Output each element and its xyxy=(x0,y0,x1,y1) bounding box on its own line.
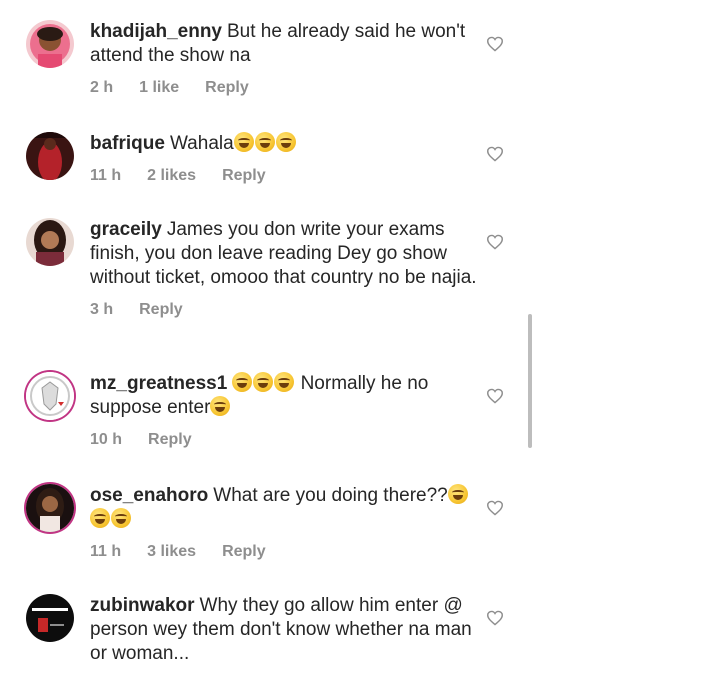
comment-body: graceily James you don write your exams f… xyxy=(90,218,490,322)
laughing-emoji-icon xyxy=(275,132,296,152)
reply-button[interactable]: Reply xyxy=(222,167,266,184)
comment-text: What are you doing there?? xyxy=(213,485,448,506)
avatar-image xyxy=(26,484,74,532)
comment-body: zubinwakor Why they go allow him enter @ … xyxy=(90,594,490,666)
reply-button[interactable]: Reply xyxy=(222,543,266,560)
heart-outline-icon[interactable] xyxy=(486,36,504,52)
comment-time: 10 h xyxy=(90,431,123,448)
comment-time: 11 h xyxy=(90,543,122,560)
comment-likes[interactable]: 1 like xyxy=(139,79,179,96)
comment-username[interactable]: khadijah_enny xyxy=(90,21,222,42)
laughing-emoji-icon xyxy=(447,484,468,504)
comment-time: 2 h xyxy=(90,79,114,96)
reply-button[interactable]: Reply xyxy=(148,431,192,448)
laughing-emoji-icon xyxy=(274,372,295,392)
avatar-image xyxy=(26,132,74,180)
avatar-image xyxy=(26,218,74,266)
avatar[interactable] xyxy=(26,20,74,68)
avatar[interactable] xyxy=(26,218,74,266)
comment-meta: 10 h Reply xyxy=(90,428,490,452)
avatar-image xyxy=(26,594,74,642)
heart-outline-icon[interactable] xyxy=(486,610,504,626)
comment-meta: 11 h 3 likes Reply xyxy=(90,540,490,564)
laughing-emoji-icon xyxy=(90,508,110,528)
comment-body: khadijah_enny But he already said he won'… xyxy=(90,20,490,100)
comment-time: 11 h xyxy=(90,167,122,184)
comment-meta: 3 h Reply xyxy=(90,298,490,322)
comment-username[interactable]: mz_greatness1 xyxy=(90,373,227,394)
heart-outline-icon[interactable] xyxy=(486,500,504,516)
avatar[interactable] xyxy=(26,594,74,642)
comment-body: mz_greatness1 Normally he no suppose ent… xyxy=(90,372,490,452)
comment-meta: 11 h 2 likes Reply xyxy=(90,164,490,188)
laughing-emoji-icon xyxy=(253,372,274,392)
laughing-emoji-icon xyxy=(210,396,231,416)
comment-username[interactable]: bafrique xyxy=(90,133,165,154)
heart-outline-icon[interactable] xyxy=(486,388,504,404)
avatar[interactable] xyxy=(26,132,74,180)
comment-username[interactable]: zubinwakor xyxy=(90,595,195,616)
avatar[interactable] xyxy=(26,372,74,420)
comment-likes[interactable]: 2 likes xyxy=(147,167,196,184)
scrollbar[interactable] xyxy=(528,314,532,448)
avatar-image xyxy=(26,372,74,420)
reply-button[interactable]: Reply xyxy=(205,79,249,96)
comment-body: ose_enahoro What are you doing there?? 11… xyxy=(90,484,490,564)
laughing-emoji-icon xyxy=(233,132,254,152)
laughing-emoji-icon xyxy=(232,372,253,392)
laughing-emoji-icon xyxy=(254,132,275,152)
heart-outline-icon[interactable] xyxy=(486,234,504,250)
avatar-image xyxy=(26,20,74,68)
comment-body: bafrique Wahala 11 h 2 likes Reply xyxy=(90,132,490,188)
comment-time: 3 h xyxy=(90,301,114,318)
heart-outline-icon[interactable] xyxy=(486,146,504,162)
comment-username[interactable]: graceily xyxy=(90,219,162,240)
comment-meta: 2 h 1 like Reply xyxy=(90,76,490,100)
comment-username[interactable]: ose_enahoro xyxy=(90,485,208,506)
avatar[interactable] xyxy=(26,484,74,532)
comment-likes[interactable]: 3 likes xyxy=(147,543,196,560)
reply-button[interactable]: Reply xyxy=(139,301,183,318)
laughing-emoji-icon xyxy=(111,508,131,528)
comment-text: Wahala xyxy=(169,133,234,154)
